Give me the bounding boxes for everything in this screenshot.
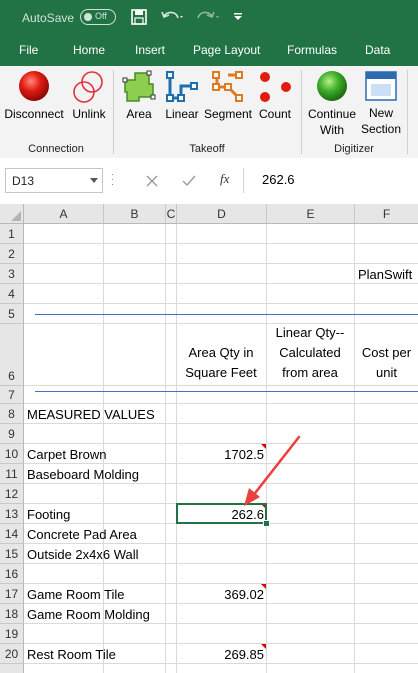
group-separator (301, 70, 302, 154)
tab-page-layout[interactable]: Page Layout (193, 43, 260, 57)
tab-data[interactable]: Data (365, 43, 390, 57)
digitizer-group-label: Digitizer (334, 143, 374, 155)
unlink-label: Unlink (72, 107, 106, 121)
name-box[interactable]: D13 (5, 168, 103, 193)
linear-icon (166, 71, 198, 102)
area-icon (122, 70, 156, 102)
save-icon[interactable] (131, 9, 147, 25)
spreadsheet-grid[interactable]: A B C D E F 1 2 3 4 5 6 7 8 9 10 11 12 1… (0, 204, 418, 673)
customize-toolbar-icon[interactable] (233, 12, 243, 22)
continue-label-line1: Continue (307, 107, 357, 121)
chevron-down-icon[interactable] (90, 178, 98, 184)
takeoff-group-label: Takeoff (189, 143, 225, 155)
tab-insert[interactable]: Insert (135, 43, 165, 57)
insert-function-icon[interactable]: fx (220, 171, 229, 187)
count-label: Count (258, 107, 292, 121)
continue-label-line2: With (320, 123, 344, 137)
area-button[interactable]: Area (121, 70, 157, 130)
unlink-icon (73, 71, 103, 103)
segment-button[interactable]: Segment (203, 70, 253, 130)
name-box-value: D13 (12, 174, 35, 188)
linear-button[interactable]: Linear (162, 70, 202, 130)
toggle-knob (84, 13, 92, 21)
group-separator (113, 70, 114, 154)
new-section-icon (365, 71, 397, 101)
autosave-state: Off (95, 11, 107, 21)
ribbon-tabs: File Home Insert Page Layout Formulas Da… (0, 36, 418, 66)
area-label: Area (126, 107, 152, 121)
connection-group-label: Connection (28, 143, 84, 155)
formula-bar: D13 fx 262.6 (0, 158, 418, 205)
tab-file[interactable]: File (19, 43, 38, 57)
disconnect-button[interactable]: Disconnect (3, 70, 65, 130)
redo-icon[interactable] (196, 9, 222, 25)
tab-home[interactable]: Home (73, 43, 105, 57)
count-button[interactable]: Count (256, 70, 294, 130)
disconnect-icon (19, 71, 49, 101)
unlink-button[interactable]: Unlink (69, 70, 109, 130)
new-section-label-line2: Section (360, 122, 402, 136)
segment-icon (212, 71, 243, 102)
enter-check-icon[interactable] (182, 175, 196, 187)
continue-with-button[interactable]: Continue With (304, 70, 360, 142)
continue-icon (317, 71, 347, 101)
tab-formulas[interactable]: Formulas (287, 43, 337, 57)
disconnect-label: Disconnect (4, 107, 64, 121)
group-separator (407, 70, 408, 154)
autosave-toggle[interactable]: Off (80, 9, 116, 25)
new-section-label-line1: New (368, 106, 393, 120)
title-bar: AutoSave Off (0, 0, 418, 36)
segment-label: Segment (203, 107, 253, 121)
cancel-icon[interactable] (146, 175, 158, 187)
formula-bar-grip[interactable] (111, 172, 114, 188)
divider (243, 168, 244, 193)
undo-icon[interactable] (160, 9, 186, 25)
linear-label: Linear (165, 107, 199, 121)
autosave-label: AutoSave (22, 11, 75, 25)
annotation-arrow (244, 435, 301, 506)
new-section-button[interactable]: New Section (360, 70, 402, 142)
formula-input[interactable]: 262.6 (262, 172, 295, 187)
count-icon (260, 72, 291, 102)
